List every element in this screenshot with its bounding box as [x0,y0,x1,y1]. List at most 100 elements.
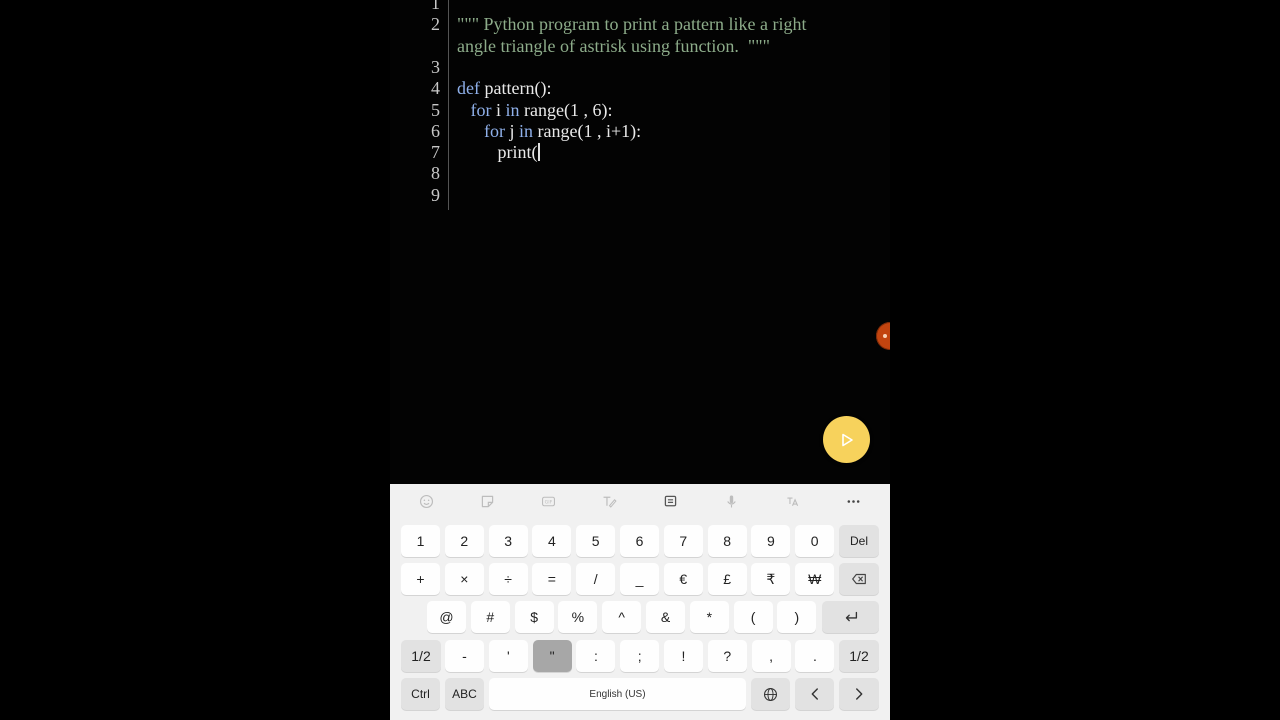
key-arrow-right[interactable] [839,678,879,710]
key[interactable]: ₹ [751,563,791,595]
toolbar-more-button[interactable] [840,489,868,513]
key[interactable]: ABC [445,678,484,710]
code-token: range(1 , i+1): [533,120,642,141]
gutter-divider [448,0,449,210]
key[interactable]: 1/2 [401,640,441,672]
key[interactable]: + [401,563,440,595]
key-label: , [769,648,774,664]
key[interactable]: - [445,640,484,672]
key-label: English (US) [589,688,646,700]
key-label: % [571,609,585,625]
key[interactable]: . [795,640,835,672]
key-label: _ [635,571,644,587]
key[interactable]: 9 [751,525,791,557]
key[interactable]: * [689,601,729,633]
key-arrow-left[interactable] [795,678,834,710]
key[interactable]: 8 [707,525,747,557]
handwriting-icon [603,496,617,508]
key-label: × [460,571,469,587]
key-enter[interactable] [822,601,879,633]
key-backspace[interactable] [839,563,879,595]
line-number: 3 [431,56,440,77]
key[interactable]: ) [777,601,817,633]
line-number: 7 [431,142,440,163]
microphone-icon [727,495,736,507]
key-space[interactable]: English (US) [489,678,746,710]
toolbar-sticker-button[interactable] [474,489,502,513]
key-globe[interactable] [751,678,790,710]
key[interactable]: 1 [401,525,440,557]
keyword-token: in [505,99,520,120]
key[interactable]: $ [514,601,554,633]
key[interactable]: € [663,563,703,595]
key[interactable]: £ [707,563,747,595]
code-token: pattern(): [479,78,552,99]
key-label: € [679,571,688,587]
clipboard-icon [664,495,677,506]
translate-icon [787,497,799,506]
key[interactable]: ; [620,640,660,672]
key[interactable]: " [532,640,572,672]
key-label: 8 [723,533,731,549]
keyword-token: def [457,78,480,99]
key-label: ₹ [766,570,776,587]
key[interactable]: & [646,601,685,633]
run-button[interactable] [823,416,870,463]
key[interactable]: 6 [620,525,659,557]
toolbar-gif-button[interactable]: GIF [535,489,563,513]
toolbar-clipboard-button[interactable] [657,489,685,513]
toolbar-microphone-button[interactable] [718,489,746,513]
key[interactable]: 0 [795,525,835,557]
key[interactable]: ' [488,640,528,672]
key-label: + [416,571,425,587]
key[interactable]: × [444,563,484,595]
key[interactable]: ! [664,640,703,672]
key[interactable]: _ [620,563,659,595]
key[interactable]: = [532,563,572,595]
key-label: # [486,609,495,625]
toolbar-handwriting-button[interactable] [596,489,624,513]
line-number: 6 [431,120,440,141]
key[interactable]: ? [707,640,747,672]
key[interactable]: % [558,601,598,633]
key[interactable]: 3 [488,525,528,557]
key-label: ; [637,648,642,664]
key[interactable]: # [470,601,510,633]
toolbar-translate-button[interactable] [779,489,807,513]
key[interactable]: ( [733,601,773,633]
key[interactable]: 2 [444,525,484,557]
key[interactable]: 5 [576,525,616,557]
key-label: 2 [460,533,469,549]
keyword-token: for [484,120,505,141]
key-label: ABC [452,687,477,701]
key[interactable]: ÷ [488,563,528,595]
key-label: ^ [618,609,625,625]
key[interactable]: , [751,640,791,672]
key-label: - [462,648,467,664]
svg-text:GIF: GIF [545,499,553,505]
key[interactable]: Ctrl [401,678,440,710]
toolbar-emoji-button[interactable] [413,489,441,513]
key-label: 1 [416,533,425,549]
key-label: * [706,609,713,625]
key[interactable]: Del [839,525,879,557]
line-number: 1 [431,0,440,13]
floating-record-icon[interactable] [876,322,890,350]
key-label: & [660,609,671,625]
key[interactable]: 7 [663,525,703,557]
key[interactable]: 1/2 [839,640,879,672]
key-label: 0 [810,533,819,549]
key[interactable]: @ [427,601,466,633]
key[interactable]: ^ [602,601,642,633]
phone-screen: 1 2 """ Python program to print a pattern … [390,0,890,720]
key[interactable]: ₩ [795,563,835,595]
code-editor[interactable]: 1 2 """ Python program to print a pattern … [390,0,890,484]
code-text: angle triangle of astrisk using function… [457,36,770,57]
key[interactable]: : [576,640,616,672]
key-label: = [547,571,556,587]
key-label: ! [681,648,686,664]
on-screen-keyboard: GIF 1 2 3 4 5 6 7 8 9 0 Del + × ÷ = / _ € £ ₹ ₩ @ # $% ^ & * () 1/2 -… [390,484,890,720]
key[interactable]: 4 [532,525,572,557]
code-text: print( [457,142,540,163]
key[interactable]: / [576,563,616,595]
